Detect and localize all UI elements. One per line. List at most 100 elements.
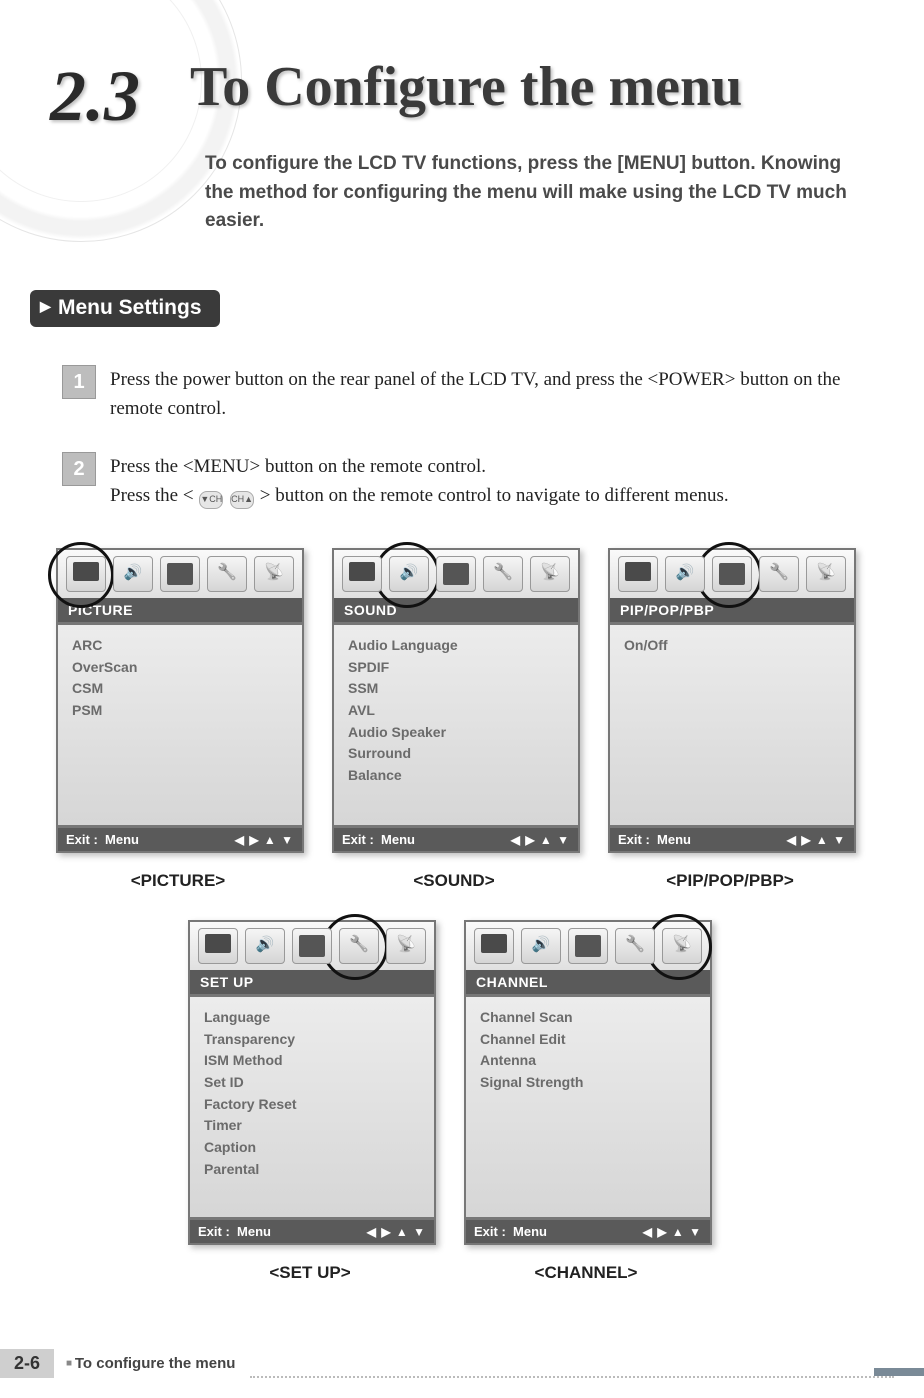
- icon-bar: [190, 922, 434, 970]
- speaker-icon: [113, 556, 153, 592]
- satellite-icon: [662, 928, 702, 964]
- footer-title: To configure the menu: [58, 1355, 235, 1372]
- footer-exit: Exit :: [66, 832, 98, 847]
- satellite-icon: [254, 556, 294, 592]
- footer-dotted-line: [250, 1376, 894, 1378]
- speaker-icon: [245, 928, 285, 964]
- panel-title: PICTURE: [58, 598, 302, 622]
- tv-icon: [474, 928, 514, 964]
- footer-menu: Menu: [381, 832, 415, 847]
- menu-item: PSM: [72, 700, 288, 722]
- speaker-icon: [389, 556, 429, 592]
- section-number: 2.3: [50, 55, 140, 138]
- pip-icon: [712, 556, 752, 592]
- wrench-icon: [615, 928, 655, 964]
- panel-body: Channel Scan Channel Edit Antenna Signal…: [466, 994, 710, 1220]
- wrench-icon: [339, 928, 379, 964]
- panel-title: CHANNEL: [466, 970, 710, 994]
- panel-caption: <CHANNEL>: [464, 1263, 708, 1283]
- panel-caption: <SET UP>: [188, 1263, 432, 1283]
- footer-menu: Menu: [105, 832, 139, 847]
- osd-panel-channel: CHANNEL Channel Scan Channel Edit Antenn…: [464, 920, 712, 1245]
- panel-body: Audio Language SPDIF SSM AVL Audio Speak…: [334, 622, 578, 828]
- osd-panel-picture: PICTURE ARC OverScan CSM PSM Exit : Menu…: [56, 548, 304, 853]
- step2-line2a: Press the <: [110, 485, 198, 506]
- osd-panel-pip: PIP/POP/PBP On/Off Exit : Menu ◀ ▶ ▲ ▼: [608, 548, 856, 853]
- satellite-icon: [530, 556, 570, 592]
- menu-item: Balance: [348, 765, 564, 787]
- menu-item: Audio Speaker: [348, 722, 564, 744]
- panel-wrap-sound: SOUND Audio Language SPDIF SSM AVL Audio…: [332, 548, 576, 891]
- panel-wrap-channel: CHANNEL Channel Scan Channel Edit Antenn…: [464, 920, 708, 1283]
- menu-item: Parental: [204, 1159, 420, 1181]
- menu-item: CSM: [72, 678, 288, 700]
- nav-arrows-icon: ◀ ▶ ▲ ▼: [367, 1225, 426, 1239]
- wrench-icon: [483, 556, 523, 592]
- ch-down-icon: ▼CH: [199, 491, 223, 509]
- menu-item: Factory Reset: [204, 1094, 420, 1116]
- section-tab: Menu Settings: [30, 290, 220, 327]
- steps-list: 1 Press the power button on the rear pan…: [62, 365, 882, 540]
- menu-item: AVL: [348, 700, 564, 722]
- step2-line2b: > button on the remote control to naviga…: [260, 485, 729, 506]
- osd-panel-setup: SET UP Language Transparency ISM Method …: [188, 920, 436, 1245]
- osd-panel-sound: SOUND Audio Language SPDIF SSM AVL Audio…: [332, 548, 580, 853]
- step-1: 1 Press the power button on the rear pan…: [62, 365, 882, 424]
- pip-icon: [568, 928, 608, 964]
- screens-row-1: PICTURE ARC OverScan CSM PSM Exit : Menu…: [56, 548, 852, 891]
- manual-page: 2.3 To Configure the menu To configure t…: [0, 0, 924, 1398]
- footer-exit: Exit :: [198, 1224, 230, 1239]
- channel-buttons-illustration: ▼CH CH▲: [198, 482, 255, 511]
- step-number: 1: [62, 365, 96, 399]
- panel-body: ARC OverScan CSM PSM: [58, 622, 302, 828]
- menu-item: Set ID: [204, 1072, 420, 1094]
- footer-menu: Menu: [513, 1224, 547, 1239]
- nav-arrows-icon: ◀ ▶ ▲ ▼: [511, 833, 570, 847]
- page-subtitle: To configure the LCD TV functions, press…: [205, 150, 865, 236]
- panel-body: Language Transparency ISM Method Set ID …: [190, 994, 434, 1220]
- satellite-icon: [386, 928, 426, 964]
- nav-arrows-icon: ◀ ▶ ▲ ▼: [643, 1225, 702, 1239]
- satellite-icon: [806, 556, 846, 592]
- page-number: 2-6: [0, 1349, 58, 1378]
- speaker-icon: [665, 556, 705, 592]
- menu-item: SPDIF: [348, 657, 564, 679]
- menu-item: Channel Scan: [480, 1007, 696, 1029]
- footer-box: 2-6 To configure the menu: [0, 1349, 235, 1378]
- pip-icon: [436, 556, 476, 592]
- menu-item: Audio Language: [348, 635, 564, 657]
- menu-item: Antenna: [480, 1050, 696, 1072]
- tv-icon: [342, 556, 382, 592]
- panel-body: On/Off: [610, 622, 854, 828]
- panel-footer: Exit : Menu ◀ ▶ ▲ ▼: [58, 828, 302, 851]
- menu-item: Signal Strength: [480, 1072, 696, 1094]
- panel-wrap-picture: PICTURE ARC OverScan CSM PSM Exit : Menu…: [56, 548, 300, 891]
- icon-bar: [610, 550, 854, 598]
- menu-item: SSM: [348, 678, 564, 700]
- step-number: 2: [62, 452, 96, 486]
- panel-footer: Exit : Menu ◀ ▶ ▲ ▼: [466, 1220, 710, 1243]
- menu-item: Language: [204, 1007, 420, 1029]
- tv-icon: [618, 556, 658, 592]
- step-text: Press the power button on the rear panel…: [110, 365, 882, 424]
- panel-caption: <PICTURE>: [56, 871, 300, 891]
- screens-row-2: SET UP Language Transparency ISM Method …: [188, 920, 708, 1283]
- icon-bar: [466, 922, 710, 970]
- panel-caption: <SOUND>: [332, 871, 576, 891]
- menu-item: ISM Method: [204, 1050, 420, 1072]
- menu-item: Timer: [204, 1115, 420, 1137]
- step-2: 2 Press the <MENU> button on the remote …: [62, 452, 882, 512]
- page-footer: 2-6 To configure the menu: [0, 1376, 924, 1378]
- menu-item: Channel Edit: [480, 1029, 696, 1051]
- panel-footer: Exit : Menu ◀ ▶ ▲ ▼: [190, 1220, 434, 1243]
- menu-item: On/Off: [624, 635, 840, 657]
- menu-item: Surround: [348, 743, 564, 765]
- pip-icon: [160, 556, 200, 592]
- panel-caption: <PIP/POP/PBP>: [608, 871, 852, 891]
- nav-arrows-icon: ◀ ▶ ▲ ▼: [235, 833, 294, 847]
- icon-bar: [334, 550, 578, 598]
- menu-item: Transparency: [204, 1029, 420, 1051]
- footer-menu: Menu: [237, 1224, 271, 1239]
- footer-end-bar: [874, 1368, 924, 1376]
- wrench-icon: [207, 556, 247, 592]
